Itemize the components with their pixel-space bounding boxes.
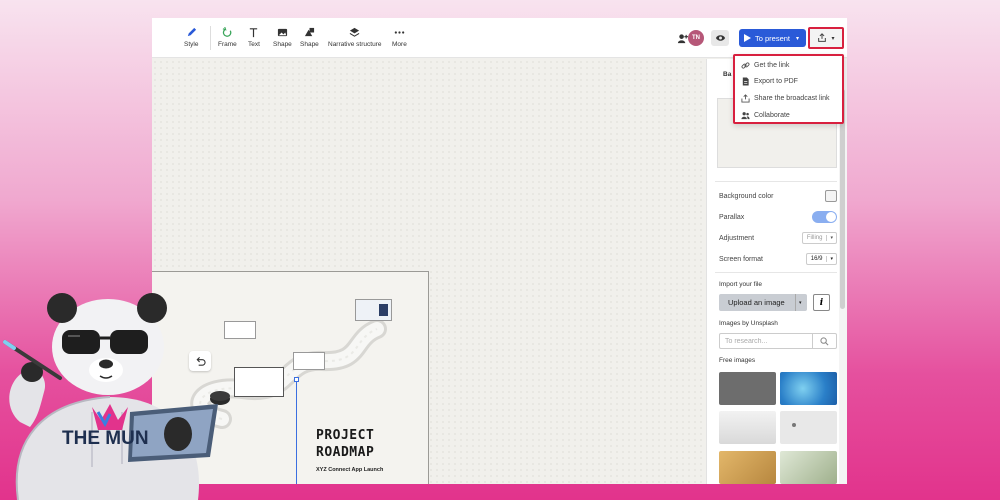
pen-icon	[187, 27, 196, 37]
tool-text[interactable]: Text	[248, 27, 260, 48]
chevron-down-icon: ▾	[831, 35, 835, 42]
chevron-down-icon: ▾	[795, 294, 802, 311]
users-icon	[741, 112, 750, 120]
shapes-icon	[304, 27, 314, 37]
add-person-icon	[675, 31, 689, 45]
upload-image-button[interactable]: Upload an image ▾	[719, 294, 807, 311]
selection-guide	[296, 379, 297, 484]
free-image-thumb[interactable]	[780, 411, 837, 444]
chevron-down-icon: ▾	[826, 235, 836, 241]
link-icon	[741, 62, 750, 69]
adjustment-row: Adjustment Filling ▾	[719, 232, 837, 244]
tool-style[interactable]: Style	[184, 27, 198, 48]
divider	[715, 181, 837, 182]
frame-icon	[222, 27, 232, 37]
tab-background[interactable]: Ba	[723, 71, 731, 78]
free-image-thumb[interactable]	[719, 411, 776, 444]
roadmap-card[interactable]	[293, 352, 325, 370]
tool-narrative-structure[interactable]: Narrative structure	[328, 27, 381, 48]
presentation-canvas[interactable]: PROJECT ROADMAP XYZ Connect App Launch	[152, 59, 706, 484]
free-image-thumb[interactable]	[780, 372, 837, 405]
preview-button[interactable]	[711, 30, 729, 46]
slide-subtitle[interactable]: XYZ Connect App Launch	[316, 467, 383, 473]
resize-handle[interactable]	[294, 377, 299, 382]
eye-icon	[715, 35, 725, 41]
layers-icon	[349, 27, 360, 37]
slide-title[interactable]: PROJECT ROADMAP	[316, 427, 374, 461]
pdf-icon	[742, 77, 749, 86]
menu-item-export-pdf[interactable]: Export to PDF	[741, 77, 798, 86]
play-icon	[744, 34, 751, 42]
divider	[715, 272, 837, 273]
roadmap-card-image[interactable]	[355, 299, 392, 321]
toolbar-divider	[210, 26, 211, 50]
avatar: TN	[688, 30, 704, 46]
share-icon	[818, 33, 827, 42]
background-color-swatch[interactable]	[825, 190, 837, 202]
unsplash-search	[719, 333, 837, 349]
tool-shape[interactable]: Shape	[300, 27, 319, 48]
image-icon	[277, 28, 287, 37]
present-button[interactable]: To present ▾	[739, 29, 806, 47]
collaborators[interactable]: TN	[675, 30, 704, 46]
menu-item-get-link[interactable]: Get the link	[741, 61, 789, 70]
menu-item-broadcast-link[interactable]: Share the broadcast link	[741, 94, 830, 103]
text-icon	[250, 28, 258, 38]
adjustment-select[interactable]: Filling ▾	[801, 232, 837, 244]
more-icon	[394, 31, 405, 34]
info-button[interactable]: i	[813, 294, 830, 311]
free-image-thumb[interactable]	[719, 372, 776, 405]
background-color-row: Background color	[719, 190, 837, 202]
panda-mascot-illustration: THE MUN	[3, 293, 218, 500]
share-button[interactable]: ▾	[808, 27, 844, 49]
chevron-down-icon: ▾	[796, 35, 800, 42]
import-file-label: Import your file	[719, 281, 762, 288]
search-icon	[820, 336, 829, 345]
screen-format-row: Screen format 16/9 ▾	[719, 253, 837, 265]
parallax-row: Parallax	[719, 211, 837, 223]
free-image-thumb[interactable]	[780, 451, 837, 484]
unsplash-label: Images by Unsplash	[719, 320, 778, 327]
broadcast-icon	[741, 94, 750, 103]
logo-wordmark: THE MUN	[62, 428, 149, 449]
search-input[interactable]	[720, 337, 812, 345]
chevron-down-icon: ▾	[826, 256, 836, 262]
top-toolbar: Style Frame Text Shape Shape Narrative s…	[152, 18, 847, 58]
tool-more[interactable]: More	[392, 27, 407, 48]
tool-frame[interactable]: Frame	[218, 27, 237, 48]
free-image-thumb[interactable]	[719, 451, 776, 484]
parallax-toggle[interactable]	[812, 211, 837, 223]
free-images-label: Free images	[719, 357, 756, 364]
search-button[interactable]	[812, 334, 836, 348]
menu-item-collaborate[interactable]: Collaborate	[741, 111, 790, 120]
share-menu: Get the link Export to PDF Share the bro…	[733, 54, 844, 124]
screen-format-select[interactable]: 16/9 ▾	[805, 253, 837, 265]
tool-shape-image[interactable]: Shape	[273, 27, 292, 48]
roadmap-card-selected[interactable]	[234, 367, 284, 397]
